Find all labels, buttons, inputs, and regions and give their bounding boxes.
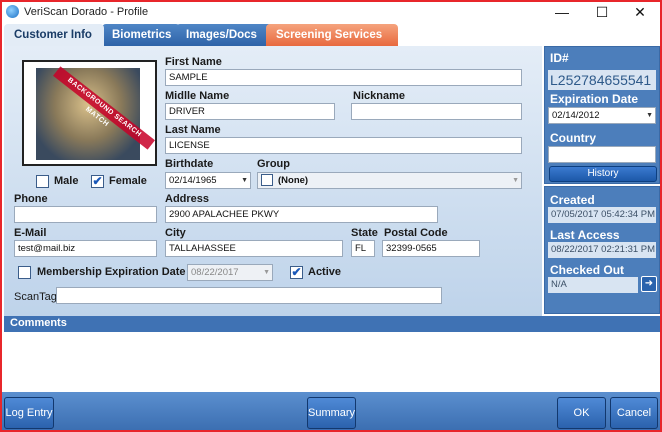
first-name-field[interactable]: SAMPLE (165, 69, 522, 86)
city-field[interactable]: TALLAHASSEE (165, 240, 343, 257)
history-button[interactable]: History (549, 166, 657, 182)
last-name-field[interactable]: LICENSE (165, 137, 522, 154)
group-label: Group (257, 158, 290, 170)
chevron-down-icon[interactable]: ▼ (241, 177, 248, 184)
tab-biometrics[interactable]: Biometrics (102, 24, 180, 46)
membership-expiration-value: 08/22/2017 (191, 267, 239, 278)
cancel-button[interactable]: Cancel (610, 397, 658, 429)
maximize-button[interactable]: ☐ (582, 2, 622, 22)
log-entry-button[interactable]: Log Entry (4, 397, 54, 429)
phone-field[interactable] (14, 206, 157, 223)
birthdate-picker[interactable]: 02/14/1965 ▼ (165, 172, 251, 189)
group-value: (None) (278, 175, 309, 186)
created-value: 07/05/2017 05:42:34 PM (548, 207, 656, 223)
app-logo-icon (6, 5, 19, 18)
birthdate-value: 02/14/1965 (169, 175, 217, 186)
active-label: Active (308, 266, 342, 278)
comments-area[interactable] (4, 332, 660, 392)
title-bar: VeriScan Dorado - Profile — ☐ ✕ (2, 2, 660, 22)
female-checkbox[interactable]: ✔ (91, 175, 104, 188)
group-color-swatch (261, 174, 273, 186)
group-select[interactable]: (None) ▼ (257, 172, 522, 189)
middle-name-label: Midlle Name (165, 90, 230, 102)
last-name-label: Last Name (165, 124, 221, 136)
city-label: City (165, 227, 186, 239)
profile-window: VeriScan Dorado - Profile — ☐ ✕ Customer… (0, 0, 662, 432)
middle-name-field[interactable]: DRIVER (165, 103, 335, 120)
scantag-field[interactable] (56, 287, 442, 304)
expiration-date-value: 02/14/2012 (552, 110, 600, 121)
footer-bar: Log Entry Summary OK Cancel (2, 392, 660, 430)
created-label: Created (550, 193, 595, 207)
id-value: L252784655541 (548, 70, 656, 90)
membership-expiration-label: Membership Expiration Date (37, 266, 186, 278)
summary-button[interactable]: Summary (307, 397, 356, 429)
window-title: VeriScan Dorado - Profile (24, 6, 149, 18)
phone-label: Phone (14, 193, 48, 205)
checked-out-label: Checked Out (550, 263, 625, 277)
address-label: Address (165, 193, 210, 205)
state-field[interactable]: FL (351, 240, 375, 257)
close-button[interactable]: ✕ (620, 2, 660, 22)
checked-out-value: N/A (548, 277, 638, 293)
country-field[interactable] (548, 146, 656, 163)
customer-info-panel: BACKGROUND SEARCH MATCH Male ✔ Female Fi… (4, 46, 542, 316)
id-info-panel: ID# L252784655541 Expiration Date 02/14/… (544, 46, 660, 184)
id-label: ID# (550, 51, 569, 65)
active-checkbox[interactable]: ✔ (290, 266, 303, 279)
postal-code-label: Postal Code (384, 227, 448, 239)
postal-code-field[interactable]: 32399-0565 (382, 240, 480, 257)
tab-screening-services[interactable]: Screening Services (266, 24, 398, 46)
check-in-button[interactable]: ➜ (641, 276, 657, 292)
first-name-label: First Name (165, 56, 222, 68)
customer-photo[interactable]: BACKGROUND SEARCH MATCH (22, 60, 157, 166)
chevron-down-icon[interactable]: ▼ (512, 177, 519, 184)
country-label: Country (550, 131, 596, 145)
birthdate-label: Birthdate (165, 158, 214, 170)
membership-expiration-checkbox[interactable] (18, 266, 31, 279)
chevron-down-icon[interactable]: ▼ (263, 269, 270, 276)
email-label: E-Mail (14, 227, 47, 239)
tab-strip: Customer Info Biometrics Images/Docs Scr… (2, 24, 660, 46)
tab-customer-info[interactable]: Customer Info (4, 24, 104, 46)
nickname-label: Nickname (353, 90, 405, 102)
male-label: Male (54, 175, 79, 187)
last-access-label: Last Access (550, 228, 620, 242)
expiration-date-picker[interactable]: 02/14/2012 ▼ (548, 107, 656, 124)
exit-icon: ➜ (644, 278, 654, 289)
nickname-field[interactable] (351, 103, 522, 120)
female-label: Female (109, 175, 147, 187)
comments-header[interactable]: Comments (4, 316, 660, 332)
chevron-down-icon[interactable]: ▼ (646, 112, 653, 119)
expiration-date-label: Expiration Date (550, 92, 639, 106)
tab-images-docs[interactable]: Images/Docs (176, 24, 272, 46)
scantag-label: ScanTag (14, 291, 57, 303)
ok-button[interactable]: OK (557, 397, 606, 429)
membership-expiration-picker[interactable]: 08/22/2017 ▼ (187, 264, 273, 281)
state-label: State (351, 227, 378, 239)
address-field[interactable]: 2900 APALACHEE PKWY (165, 206, 438, 223)
minimize-button[interactable]: — (542, 2, 582, 22)
email-field[interactable]: test@mail.biz (14, 240, 157, 257)
record-info-panel: Created 07/05/2017 05:42:34 PM Last Acce… (544, 186, 660, 314)
last-access-value: 08/22/2017 02:21:31 PM (548, 242, 656, 258)
male-checkbox[interactable] (36, 175, 49, 188)
